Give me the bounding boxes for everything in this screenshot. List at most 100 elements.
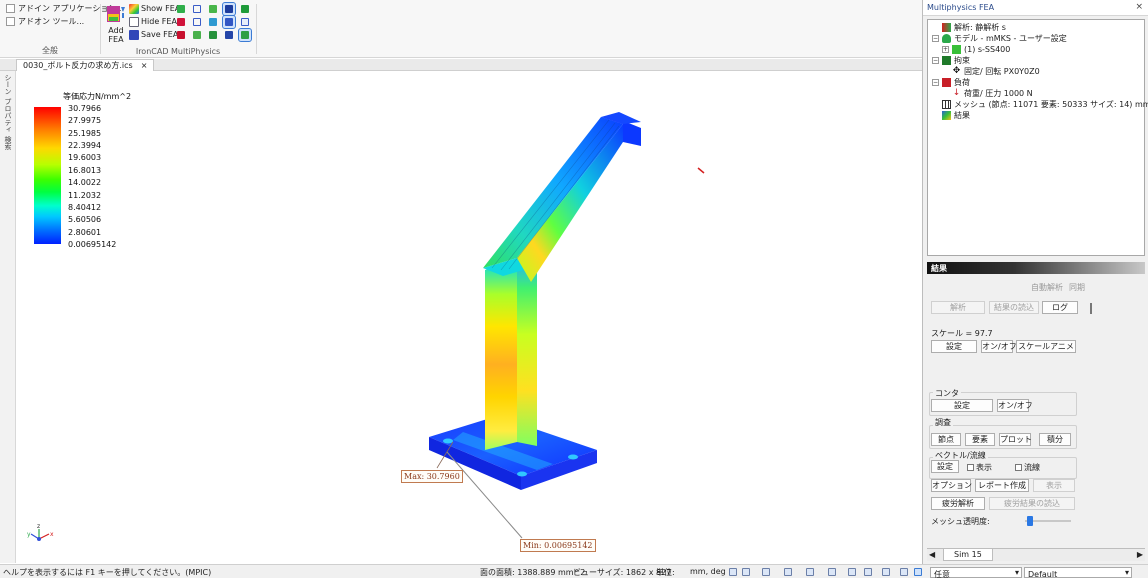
display-button[interactable]: 表示 (1033, 479, 1075, 492)
tree-label: (1) s-SS400 (964, 45, 1011, 54)
close-icon[interactable]: × (1135, 2, 1143, 12)
tree-item-load[interactable]: ↓ 荷重/ 圧力 1000 N (952, 88, 1033, 99)
probe-integrate-button[interactable]: 積分 (1039, 433, 1071, 446)
options-button[interactable]: オプション (931, 479, 972, 492)
add-fea-button[interactable]: Add FEA (105, 4, 127, 44)
grid-view-button[interactable] (222, 15, 236, 29)
tree-item-results[interactable]: 結果 (942, 110, 970, 121)
scale-animation-button[interactable]: スケールアニメ (1016, 340, 1076, 353)
mesh-display-button[interactable] (175, 3, 187, 15)
collapse-icon[interactable]: − (932, 57, 939, 64)
select-arrow-icon[interactable] (914, 568, 922, 576)
surface-button[interactable] (207, 3, 219, 15)
probe-node-button[interactable]: 節点 (931, 433, 961, 446)
log-button[interactable]: ログ (1042, 301, 1078, 314)
iso-view-icon (209, 18, 217, 26)
probe-button[interactable] (175, 29, 187, 41)
side-tab-properties[interactable]: プロパティ (4, 98, 12, 133)
collapse-icon[interactable]: − (932, 35, 939, 42)
surface-icon (209, 5, 217, 13)
iso-view-button[interactable] (207, 16, 219, 28)
addin-app-icon (6, 4, 15, 13)
sync-toggle[interactable]: 同期 (1069, 282, 1085, 293)
probe-element-button[interactable]: 要素 (965, 433, 995, 446)
read-results-button[interactable]: 結果の読込 (989, 301, 1039, 314)
tree-label: メッシュ (節点: 11071 要素: 50333 サイズ: 14) mm (954, 100, 1148, 109)
tree-item-loads[interactable]: − 負荷 (932, 77, 970, 88)
sim-tab[interactable]: Sim 15 (943, 549, 993, 561)
animate-button[interactable] (223, 29, 235, 41)
scale-settings-button[interactable]: 設定 (931, 340, 977, 353)
tree-label: 拘束 (954, 56, 970, 65)
filter-icon[interactable] (900, 568, 908, 576)
contour-onoff-button[interactable]: オン/オフ (997, 399, 1033, 412)
tree-item-model[interactable]: − モデル - mMKS - ユーザー設定 (932, 33, 1067, 44)
report-icon (241, 31, 249, 39)
report-create-button[interactable]: レポート作成 (975, 479, 1029, 492)
axis-label-y: y (27, 531, 31, 538)
auto-analysis-toggle[interactable]: 自動解析 (1031, 282, 1063, 293)
contour-settings-button[interactable]: 設定 (931, 399, 993, 412)
tree-item-fixed[interactable]: ✥ 固定/ 回転 PX0Y0Z0 (952, 66, 1040, 77)
save-fea-button[interactable]: Save FEA (129, 28, 180, 41)
document-tab[interactable]: 0030_ボルト反力の求め方.ics × (16, 59, 155, 71)
scroll-right-icon[interactable]: ▶ (1137, 550, 1143, 559)
tree-item-analysis[interactable]: 解析: 静解析 s (942, 22, 1006, 33)
status-units-value: mm, deg (690, 567, 726, 576)
section-view-icon[interactable] (864, 568, 872, 576)
constraint-icon (177, 18, 185, 26)
probe-plot-button[interactable]: プロット (999, 433, 1032, 446)
show-vector-checkbox[interactable]: 表示 (967, 462, 992, 473)
tree-item-mesh[interactable]: メッシュ (節点: 11071 要素: 50333 サイズ: 14) mm (942, 99, 1148, 110)
style-dropdown[interactable]: Default ▾ (1024, 567, 1132, 579)
slider-thumb[interactable] (1027, 516, 1033, 526)
close-icon[interactable]: × (141, 61, 148, 70)
mesh-icon (177, 5, 185, 13)
display-icon[interactable] (882, 568, 890, 576)
fatigue-analysis-button[interactable]: 疲労解析 (931, 497, 985, 510)
table-view-button[interactable] (239, 16, 251, 28)
constraint-display-button[interactable] (175, 16, 187, 28)
streamline-checkbox[interactable]: 流線 (1015, 462, 1040, 473)
wireframe-button[interactable] (191, 3, 203, 15)
chevron-down-icon: ▾ (1014, 568, 1019, 577)
tree-item-part[interactable]: + (1) s-SS400 (942, 44, 1010, 55)
3d-viewport[interactable]: 等価応力N/mm^2 30.7966 27.9975 25.1985 22.39… (17, 72, 921, 563)
load-display-button[interactable] (191, 16, 203, 28)
view-orient-icon[interactable] (762, 568, 770, 576)
model-icon (942, 34, 951, 43)
read-fatigue-button[interactable]: 疲労結果の読込 (989, 497, 1075, 510)
side-tab-search[interactable]: 検索 (4, 136, 12, 150)
zoom-icon[interactable] (729, 568, 737, 576)
show-fea-button[interactable]: Show FEA (129, 2, 180, 15)
report-button[interactable] (238, 28, 252, 42)
selection-mode-dropdown[interactable]: 任意 ▾ (930, 567, 1022, 579)
save-fea-label: Save FEA (141, 30, 179, 39)
contour-view-button[interactable] (222, 2, 236, 16)
inclined-arm (483, 112, 641, 282)
results-section-header: 結果 (927, 262, 1145, 274)
side-tab-scene[interactable]: シーン (4, 74, 12, 95)
ribbon-separator (256, 4, 257, 54)
vector-button[interactable] (207, 29, 219, 41)
expand-icon[interactable]: + (942, 46, 949, 53)
load-icon (193, 18, 201, 26)
collapse-icon[interactable]: − (932, 79, 939, 86)
add-fea-label-line1: Add (108, 26, 124, 35)
analyze-button[interactable]: 解析 (931, 301, 985, 314)
mesh-transparency-slider[interactable] (1025, 516, 1071, 526)
zoom-out-icon[interactable] (742, 568, 750, 576)
tree-item-constraints[interactable]: − 拘束 (932, 55, 970, 66)
hide-fea-button[interactable]: Hide FEA (129, 15, 180, 28)
show-vector-label: 表示 (976, 463, 992, 472)
vector-settings-button[interactable]: 設定 (931, 460, 959, 473)
scroll-left-icon[interactable]: ◀ (929, 550, 935, 559)
snap-icon[interactable] (828, 568, 836, 576)
render-mode-icon[interactable] (806, 568, 814, 576)
tree-label: 結果 (954, 111, 970, 120)
measure-icon[interactable] (848, 568, 856, 576)
pan-icon[interactable] (784, 568, 792, 576)
section-button[interactable] (191, 29, 203, 41)
scale-onoff-button[interactable]: オン/オフ (981, 340, 1017, 353)
deformed-view-button[interactable] (239, 3, 251, 15)
